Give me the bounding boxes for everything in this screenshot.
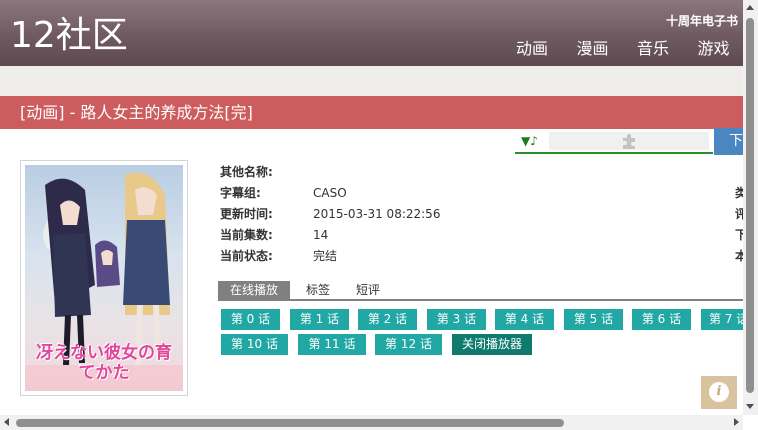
- info-row-subgroup: 字幕组: CASO: [220, 184, 420, 202]
- scroll-right-icon[interactable]: [734, 418, 739, 426]
- site-header: 12社区 十周年电子书 动画 漫画 音乐 游戏: [0, 0, 743, 66]
- info-label: 字幕组:: [220, 186, 261, 200]
- tab-tags[interactable]: 标签: [294, 281, 342, 300]
- info-value: 14: [313, 228, 329, 242]
- info-label: 其他名称:: [220, 165, 273, 179]
- episode-button-6[interactable]: 第 6 话: [632, 309, 691, 330]
- vertical-scrollbar[interactable]: [743, 0, 758, 415]
- page-title: [动画] - 路人女主的养成方法[完]: [20, 103, 253, 122]
- nav-item-music[interactable]: 音乐: [637, 38, 698, 60]
- nav-item-anime[interactable]: 动画: [516, 38, 577, 60]
- poster-frame: 冴えない彼女の育てかた: [20, 160, 188, 396]
- poster-logo: 冴えない彼女の育てかた: [36, 343, 172, 383]
- horizontal-scrollbar[interactable]: [0, 415, 743, 430]
- right-panel-text: 类: [735, 186, 743, 200]
- horizontal-scroll-thumb[interactable]: [16, 419, 564, 427]
- info-value: 完结: [313, 249, 338, 263]
- info-label: 更新时间:: [220, 207, 273, 221]
- close-player-button[interactable]: 关闭播放器: [452, 334, 532, 355]
- info-label: 当前状态:: [220, 249, 273, 263]
- right-panel-text: 下: [735, 228, 743, 242]
- info-row-updated: 更新时间: 2015-03-31 08:22:56: [220, 205, 480, 223]
- info-button[interactable]: i: [701, 376, 737, 409]
- player-toolbar: ▼♪: [515, 130, 713, 154]
- puzzle-icon: [623, 134, 635, 149]
- episode-button-2[interactable]: 第 2 话: [358, 309, 417, 330]
- info-label: 当前集数:: [220, 228, 273, 242]
- download-button[interactable]: 下: [714, 128, 743, 155]
- content-tabs: 在线播放 标签 短评: [218, 281, 743, 301]
- info-row-episodes: 当前集数: 14: [220, 226, 420, 244]
- tab-online-play[interactable]: 在线播放: [218, 281, 290, 300]
- info-icon: i: [709, 382, 729, 402]
- main-nav: 动画 漫画 音乐 游戏: [516, 38, 743, 60]
- right-panel-text: 本: [735, 249, 743, 263]
- info-row-status: 当前状态: 完结: [220, 247, 420, 265]
- vertical-scroll-thumb[interactable]: [746, 18, 754, 393]
- episode-button-12[interactable]: 第 12 话: [375, 334, 442, 355]
- scroll-left-icon[interactable]: [4, 418, 9, 426]
- info-row-alt-name: 其他名称:: [220, 163, 420, 181]
- episode-button-5[interactable]: 第 5 话: [564, 309, 623, 330]
- episode-button-1[interactable]: 第 1 话: [290, 309, 349, 330]
- tab-comments[interactable]: 短评: [344, 281, 392, 300]
- plugin-placeholder[interactable]: [549, 132, 709, 150]
- page-title-bar: [动画] - 路人女主的养成方法[完]: [0, 96, 743, 129]
- episode-button-4[interactable]: 第 4 话: [495, 309, 554, 330]
- site-logo[interactable]: 12社区: [10, 14, 128, 58]
- episode-button-10[interactable]: 第 10 话: [221, 334, 288, 355]
- nav-item-games[interactable]: 游戏: [698, 38, 744, 60]
- episode-button-0[interactable]: 第 0 话: [221, 309, 280, 330]
- music-icon[interactable]: ▼♪: [521, 133, 538, 149]
- ebook-link[interactable]: 十周年电子书: [666, 13, 738, 29]
- sub-bar: [0, 66, 743, 96]
- scroll-up-icon[interactable]: [746, 5, 754, 10]
- scroll-down-icon[interactable]: [746, 404, 754, 409]
- episode-button-3[interactable]: 第 3 话: [427, 309, 486, 330]
- right-panel-text: 评: [735, 207, 743, 221]
- scrollbar-corner: [743, 415, 758, 430]
- info-value: 2015-03-31 08:22:56: [313, 207, 441, 221]
- nav-item-manga[interactable]: 漫画: [577, 38, 638, 60]
- episode-button-7[interactable]: 第 7 话: [701, 309, 743, 330]
- info-value: CASO: [313, 186, 347, 200]
- anime-poster[interactable]: 冴えない彼女の育てかた: [25, 165, 183, 391]
- episode-button-11[interactable]: 第 11 话: [298, 334, 366, 355]
